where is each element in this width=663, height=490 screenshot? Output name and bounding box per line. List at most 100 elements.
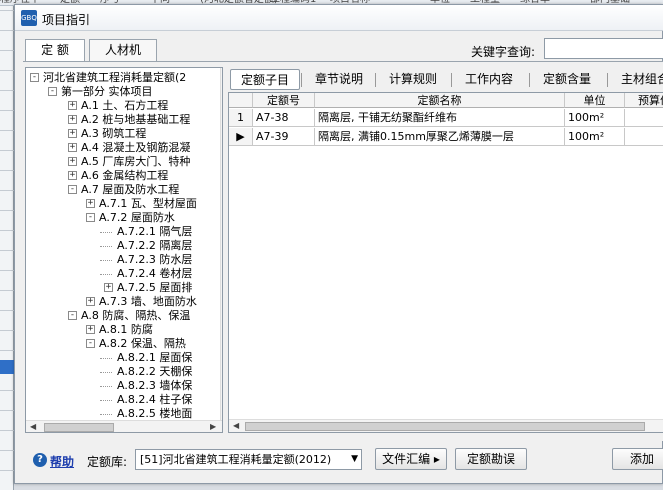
background-row-line <box>0 90 14 91</box>
tab-separator <box>301 73 302 87</box>
tree-node[interactable]: A.7.2.2 隔离层 <box>26 239 220 253</box>
tree-node[interactable]: - 河北省建筑工程消耗量定额(2 <box>26 71 220 85</box>
tree-connector <box>100 414 112 415</box>
detail-tab[interactable]: 工作内容 <box>454 69 524 90</box>
column-header[interactable]: 单位 <box>565 93 625 108</box>
expand-icon[interactable]: + <box>68 157 77 166</box>
tree-node[interactable]: - A.8.2 保温、隔热 <box>26 337 220 351</box>
grid-horizontal-scrollbar[interactable]: ◀ <box>229 419 663 432</box>
detail-tab[interactable]: 主材组合 <box>610 69 663 90</box>
table-cell[interactable]: 100m² <box>565 109 625 127</box>
tab-separator <box>375 73 376 87</box>
tree-node[interactable]: - 第一部分 实体项目 <box>26 85 220 99</box>
tree-node[interactable]: - A.8 防腐、隔热、保温 <box>26 309 220 323</box>
column-header[interactable] <box>229 93 253 108</box>
tree-node[interactable]: - A.7.2 屋面防水 <box>26 211 220 225</box>
tree-node[interactable]: + A.4 混凝土及钢筋混凝 <box>26 141 220 155</box>
tree-scroll-thumb[interactable] <box>222 84 223 300</box>
detail-tab[interactable]: 计算规则 <box>378 69 448 90</box>
tree-node[interactable]: - A.7 屋面及防水工程 <box>26 183 220 197</box>
scroll-left-icon[interactable]: ◀ <box>30 422 36 431</box>
collapse-icon[interactable]: - <box>86 339 95 348</box>
chevron-down-icon[interactable]: ▼ <box>351 450 358 469</box>
detail-tab[interactable]: 章节说明 <box>304 69 374 90</box>
tree-hscroll-thumb[interactable] <box>44 423 114 432</box>
table-cell[interactable]: A7-39 <box>253 128 315 146</box>
background-row-line <box>0 470 14 471</box>
tree-node[interactable]: A.8.2.5 楼地面 <box>26 407 220 421</box>
expand-icon[interactable]: + <box>68 171 77 180</box>
table-cell[interactable]: 100m² <box>565 128 625 146</box>
column-header[interactable]: 预算价 <box>625 93 663 108</box>
expand-icon[interactable]: + <box>68 143 77 152</box>
expand-icon[interactable]: + <box>104 283 113 292</box>
scroll-right-icon[interactable]: ▶ <box>210 422 216 431</box>
tree-node[interactable]: + A.2 桩与地基基础工程 <box>26 113 220 127</box>
tree-node[interactable]: + A.1 土、石方工程 <box>26 99 220 113</box>
table-cell[interactable]: A7-38 <box>253 109 315 127</box>
tree-node[interactable]: A.7.2.4 卷材层 <box>26 267 220 281</box>
column-header[interactable]: 定额号 <box>253 93 315 108</box>
expand-icon[interactable]: + <box>86 199 95 208</box>
tree-node[interactable]: A.8.2.4 柱子保 <box>26 393 220 407</box>
background-text: 程序在半 <box>0 0 40 5</box>
detail-tab[interactable]: 定额子目 <box>230 69 300 90</box>
collapse-icon[interactable]: - <box>30 73 39 82</box>
grid-hscroll-thumb[interactable] <box>245 422 645 431</box>
tree-node[interactable]: + A.7.3 墙、地面防水 <box>26 295 220 309</box>
column-header[interactable]: 定额名称 <box>315 93 565 108</box>
background-text: 工程编码1 <box>270 0 316 5</box>
tree-node[interactable]: A.7.2.1 隔气层 <box>26 225 220 239</box>
expand-icon[interactable]: + <box>86 325 95 334</box>
tree-node[interactable]: A.8.2.2 天棚保 <box>26 365 220 379</box>
background-row-line <box>0 50 14 51</box>
file-compilation-button[interactable]: 文件汇编 ▸ <box>375 448 447 470</box>
table-cell[interactable]: 隔离层, 满铺0.15mm厚聚乙烯薄膜一层 <box>315 128 565 146</box>
tab-quota[interactable]: 定 额 <box>25 39 85 62</box>
expand-icon[interactable]: + <box>68 101 77 110</box>
quota-errata-button[interactable]: 定额勘误 <box>455 448 527 470</box>
background-row-line <box>0 230 14 231</box>
tree-vertical-scrollbar[interactable]: ▲ ▼ <box>220 68 223 420</box>
tab-labor-material-machine[interactable]: 人材机 <box>89 39 157 61</box>
tree-node[interactable]: + A.7.1 瓦、型材屋面 <box>26 197 220 211</box>
expand-icon[interactable]: + <box>68 129 77 138</box>
tree-node[interactable]: A.7.2.3 防水层 <box>26 253 220 267</box>
expand-icon[interactable]: + <box>86 297 95 306</box>
keyword-search-input[interactable] <box>544 38 663 59</box>
background-row-line <box>0 190 14 191</box>
tree-horizontal-scrollbar[interactable]: ◀ ▶ <box>26 420 222 432</box>
row-indicator[interactable]: 1 <box>229 109 253 127</box>
tree-node[interactable]: A.8.2.3 墙体保 <box>26 379 220 393</box>
tree-node[interactable]: + A.7.2.5 屋面排 <box>26 281 220 295</box>
help-icon[interactable]: ? <box>33 453 47 467</box>
quota-library-select[interactable]: [51]河北省建筑工程消耗量定额(2012) ▼ <box>135 449 362 470</box>
background-text: 单位 <box>430 0 450 5</box>
background-row-line <box>0 130 14 131</box>
tree-node-label: A.7.2 屋面防水 <box>99 211 175 224</box>
tree-node[interactable]: + A.8.1 防腐 <box>26 323 220 337</box>
tree-node-label: A.7.2.4 卷材层 <box>117 267 193 280</box>
collapse-icon[interactable]: - <box>48 87 57 96</box>
collapse-icon[interactable]: - <box>68 311 77 320</box>
background-row-line <box>0 150 14 151</box>
add-button[interactable]: 添加 <box>612 448 663 470</box>
row-indicator[interactable]: ▶ <box>229 128 253 146</box>
help-link[interactable]: 帮助 <box>50 453 74 470</box>
detail-tab[interactable]: 定额含量 <box>532 69 602 90</box>
collapse-icon[interactable]: - <box>68 185 77 194</box>
table-cell[interactable]: 2 <box>625 109 663 127</box>
table-cell[interactable]: 隔离层, 干铺无纺聚酯纤维布 <box>315 109 565 127</box>
collapse-icon[interactable]: - <box>86 213 95 222</box>
scroll-left-icon[interactable]: ◀ <box>233 421 239 430</box>
tree-node[interactable]: + A.3 砌筑工程 <box>26 127 220 141</box>
tree-node[interactable]: + A.5 厂库房大门、特种 <box>26 155 220 169</box>
tree-connector <box>100 232 112 233</box>
expand-icon[interactable]: + <box>68 115 77 124</box>
tree-node-label: 第一部分 实体项目 <box>61 85 153 98</box>
tree-node[interactable]: A.8.2.1 屋面保 <box>26 351 220 365</box>
tree-connector <box>100 260 112 261</box>
table-cell[interactable]: 15 <box>625 128 663 146</box>
tab-separator <box>451 73 452 87</box>
tree-node[interactable]: + A.6 金属结构工程 <box>26 169 220 183</box>
